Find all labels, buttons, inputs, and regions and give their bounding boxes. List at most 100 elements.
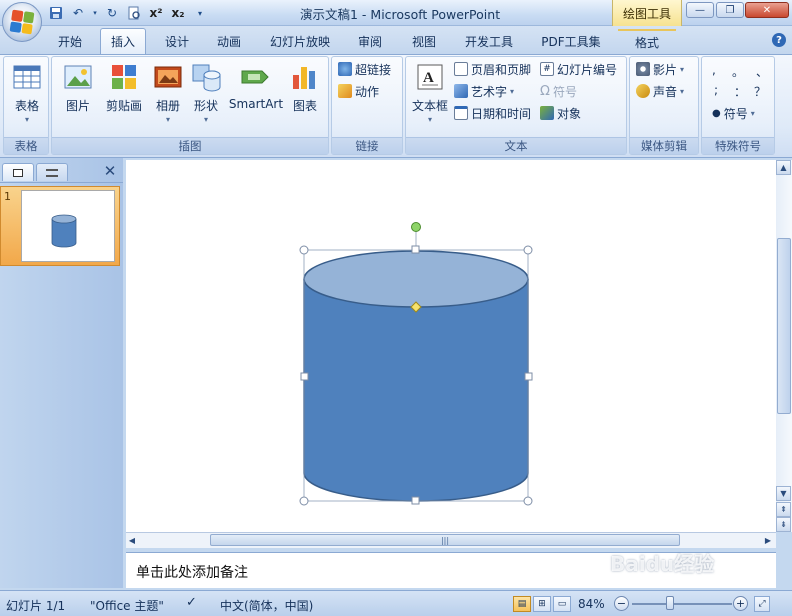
slide-thumbnail-number: 1 [4, 190, 11, 203]
group-media-label: 媒体剪辑 [630, 137, 698, 154]
sound-button[interactable]: 声音 ▾ [636, 81, 684, 101]
customize-qat-icon[interactable]: ▾ [192, 5, 208, 21]
redo-icon[interactable]: ↻ [104, 5, 120, 21]
wordart-button[interactable]: 艺术字 ▾ [454, 81, 514, 101]
previous-slide-icon[interactable]: ⇞ [776, 502, 791, 517]
action-icon [338, 84, 352, 98]
slide-thumbnail[interactable] [21, 190, 115, 262]
subscript-icon[interactable]: x₂ [170, 5, 186, 21]
resize-handle-n[interactable] [411, 245, 420, 254]
header-footer-button[interactable]: 页眉和页脚 [454, 59, 531, 79]
language-indicator[interactable]: 中文(简体，中国) [220, 597, 313, 614]
tab-pdf-tools[interactable]: PDF工具集 [534, 29, 608, 53]
movie-button[interactable]: 影片 ▾ [636, 59, 684, 79]
resize-handle-e[interactable] [524, 372, 533, 381]
object-label: 对象 [557, 106, 582, 121]
resize-handle-nw[interactable] [299, 245, 309, 255]
help-icon[interactable]: ? [772, 33, 786, 47]
resize-handle-se[interactable] [523, 496, 533, 506]
clipart-button[interactable]: 剪贴画 [102, 61, 146, 114]
punct-colon[interactable]: ： [734, 83, 746, 100]
punct-enum-comma[interactable]: 、 [756, 63, 768, 80]
table-button[interactable]: 表格 ▾ [9, 61, 45, 124]
office-button[interactable] [2, 2, 42, 42]
chart-button[interactable]: 图表 [288, 61, 322, 114]
superscript-icon[interactable]: x² [148, 5, 164, 21]
fit-to-window-icon[interactable]: ⤢ [754, 596, 770, 612]
undo-icon[interactable]: ↶ [70, 5, 86, 21]
tab-slides-thumbnails[interactable] [2, 163, 34, 181]
tab-view[interactable]: 视图 [402, 29, 446, 53]
scroll-up-icon[interactable]: ▲ [776, 160, 791, 175]
scroll-right-icon[interactable]: ▶ [762, 533, 774, 548]
restore-button[interactable]: ❐ [716, 2, 744, 18]
punct-semicolon[interactable]: ; [714, 83, 718, 97]
next-slide-icon[interactable]: ⇟ [776, 517, 791, 532]
resize-handle-ne[interactable] [523, 245, 533, 255]
zoom-in-icon[interactable]: + [733, 596, 748, 611]
rotation-handle[interactable] [411, 222, 421, 232]
punct-question[interactable]: ？ [754, 83, 766, 100]
print-preview-icon[interactable] [126, 5, 142, 21]
zoom-slider-knob[interactable] [666, 596, 674, 610]
tab-format[interactable]: 格式 [618, 29, 676, 53]
tab-insert[interactable]: 插入 [100, 28, 146, 54]
normal-view-icon[interactable]: ▤ [513, 596, 531, 612]
slide-number-button[interactable]: # 幻灯片编号 [540, 59, 617, 79]
resize-handle-w[interactable] [300, 372, 309, 381]
cylinder-top[interactable] [303, 250, 529, 308]
picture-button[interactable]: 图片 [60, 61, 96, 114]
hyperlink-button[interactable]: 超链接 [338, 59, 391, 79]
slide-counter: 幻灯片 1/1 [6, 599, 66, 613]
symbol-button[interactable]: Ω 符号 [540, 81, 577, 101]
omega-icon: Ω [540, 83, 550, 99]
scroll-left-icon[interactable]: ◀ [126, 533, 138, 548]
tab-review[interactable]: 审阅 [348, 29, 392, 53]
resize-handle-sw[interactable] [299, 496, 309, 506]
minimize-button[interactable]: — [686, 2, 714, 18]
photo-album-button[interactable]: 相册 ▾ [148, 61, 188, 124]
zoom-out-icon[interactable]: − [614, 596, 629, 611]
undo-dropdown-icon[interactable]: ▾ [92, 5, 98, 21]
tab-outline[interactable] [36, 163, 68, 181]
movie-icon [636, 62, 650, 76]
zoom-level[interactable]: 84% [578, 597, 605, 611]
slideshow-view-icon[interactable]: ▭ [553, 596, 571, 612]
vertical-scroll-thumb[interactable] [777, 238, 791, 414]
save-icon[interactable] [48, 5, 64, 21]
spellcheck-icon[interactable]: ✓ [186, 595, 197, 610]
smartart-button[interactable]: SmartArt [228, 61, 284, 111]
close-button[interactable]: ✕ [745, 2, 789, 18]
quick-access-toolbar: ↶ ▾ ↻ x² x₂ ▾ [48, 4, 208, 22]
tab-design[interactable]: 设计 [155, 29, 199, 53]
tab-home[interactable]: 开始 [48, 29, 92, 53]
header-footer-icon [454, 62, 468, 76]
group-illustrations-label: 插图 [52, 137, 328, 154]
special-symbol-button[interactable]: ● 符号 ▾ [712, 103, 755, 123]
textbox-button[interactable]: A 文本框 ▾ [410, 61, 450, 124]
close-pane-icon[interactable]: ✕ [101, 162, 119, 180]
slide-sorter-view-icon[interactable]: ⊞ [533, 596, 551, 612]
wordart-icon [454, 84, 468, 98]
resize-handle-s[interactable] [411, 496, 420, 505]
action-button[interactable]: 动作 [338, 81, 379, 101]
picture-label: 图片 [65, 99, 90, 113]
window-title: 演示文稿1 - Microsoft PowerPoint [300, 7, 501, 22]
shapes-button[interactable]: 形状 ▾ [189, 61, 223, 124]
tab-animations[interactable]: 动画 [207, 29, 251, 53]
object-button[interactable]: 对象 [540, 103, 581, 123]
group-special-symbols: , 。 、 ; ： ？ ● 符号 ▾ 特殊符号 [701, 56, 775, 155]
scroll-down-icon[interactable]: ▼ [776, 486, 791, 501]
shapes-label: 形状 [193, 99, 218, 113]
tab-developer[interactable]: 开发工具 [458, 29, 520, 53]
slide-canvas[interactable] [126, 160, 776, 532]
datetime-button[interactable]: 日期和时间 [454, 103, 531, 123]
punct-period[interactable]: 。 [732, 63, 744, 80]
tab-slideshow[interactable]: 幻灯片放映 [262, 29, 338, 53]
theme-name[interactable]: "Office 主题" [90, 597, 164, 614]
shapes-dropdown-icon: ▾ [203, 115, 208, 124]
zoom-slider[interactable] [632, 603, 732, 605]
horizontal-scroll-thumb[interactable]: ||| [210, 534, 680, 546]
punct-comma[interactable]: , [712, 63, 716, 77]
group-media: 影片 ▾ 声音 ▾ 媒体剪辑 [629, 56, 699, 155]
